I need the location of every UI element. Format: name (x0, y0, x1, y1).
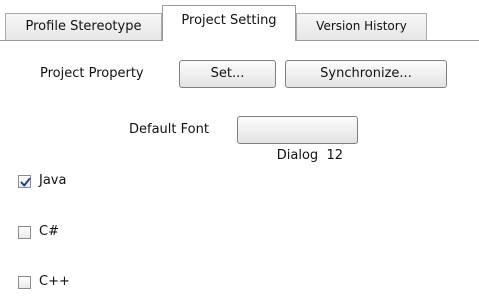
tab-version-history[interactable]: Version History (296, 13, 427, 40)
csharp-checkbox[interactable] (18, 226, 31, 239)
tab-label: Project Setting (181, 13, 277, 28)
check-icon (20, 177, 31, 187)
project-setting-window: Profile Stereotype Project Setting Versi… (0, 0, 479, 307)
java-checkbox[interactable] (18, 175, 31, 188)
default-font-button[interactable]: Dialog 12 (237, 116, 358, 163)
cpp-checkbox[interactable] (18, 276, 31, 289)
synchronize-button-label: Synchronize... (320, 66, 412, 81)
tab-bar: Profile Stereotype Project Setting Versi… (0, 0, 479, 41)
set-button[interactable]: Set... (179, 60, 276, 88)
tab-profile-stereotype[interactable]: Profile Stereotype (5, 13, 162, 40)
tab-label: Version History (316, 19, 407, 33)
csharp-label: C# (39, 224, 59, 239)
project-property-label: Project Property (40, 66, 144, 81)
tab-project-setting[interactable]: Project Setting (162, 5, 296, 41)
default-font-value: Dialog 12 (276, 148, 343, 163)
cpp-label: C++ (39, 274, 70, 289)
project-setting-panel: Project Property Set... Synchronize... D… (0, 40, 479, 307)
set-button-label: Set... (210, 66, 245, 81)
java-label: Java (39, 173, 67, 188)
tab-label: Profile Stereotype (25, 19, 142, 34)
synchronize-button[interactable]: Synchronize... (285, 60, 447, 88)
default-font-label: Default Font (129, 122, 209, 137)
